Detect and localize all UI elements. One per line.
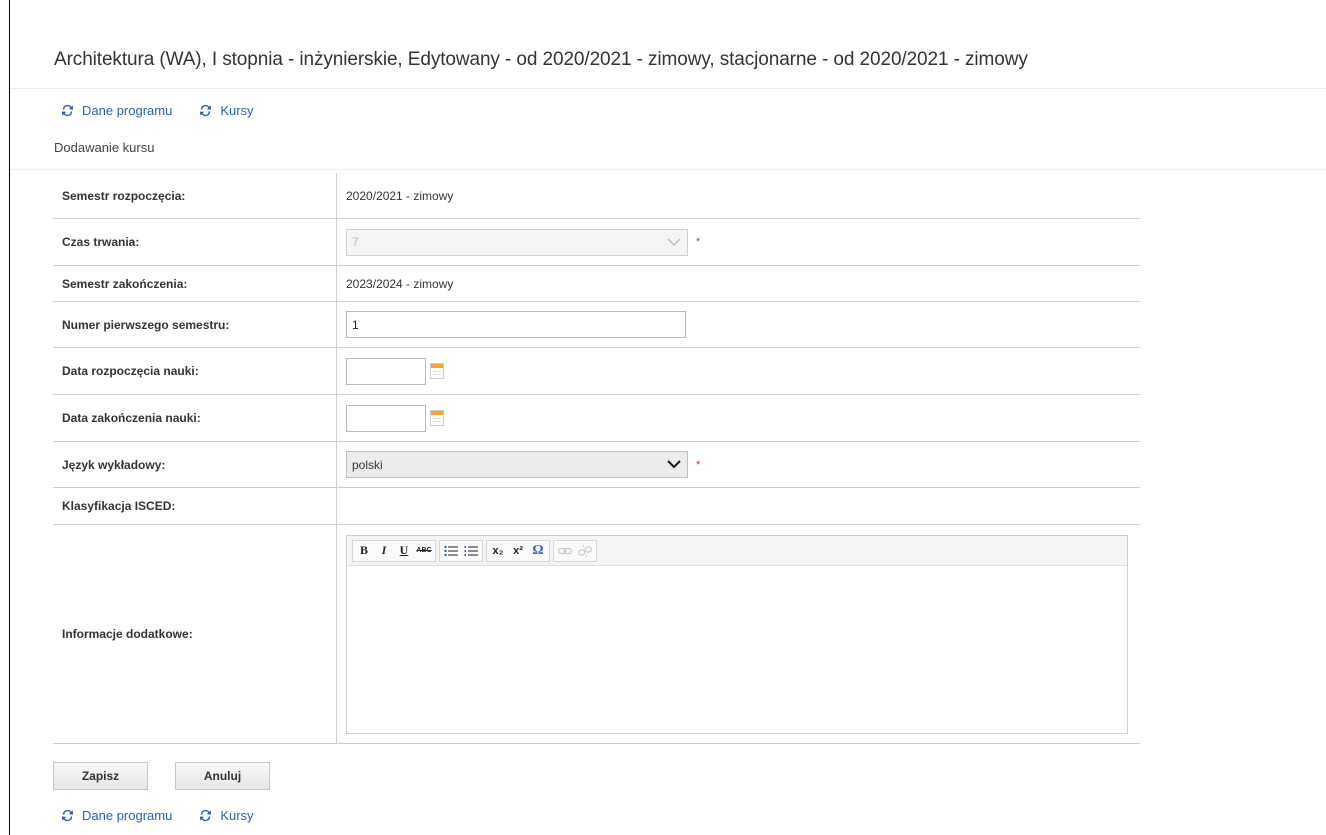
numbered-list-button[interactable] xyxy=(462,542,480,560)
toolbar-group-links xyxy=(553,539,597,562)
chevron-down-icon xyxy=(667,460,681,469)
subscript-button[interactable]: x₂ xyxy=(489,542,507,560)
special-character-button[interactable]: Ω xyxy=(529,542,547,560)
nav-link-dane-programu[interactable]: Dane programu xyxy=(60,808,172,823)
refresh-icon xyxy=(61,809,74,822)
link-icon xyxy=(558,547,572,554)
editor-content-area[interactable] xyxy=(347,566,1127,734)
select-value: 7 xyxy=(352,235,359,249)
required-marker: * xyxy=(696,458,701,471)
editor-toolbar: B I U ABC x₂ x² Ω xyxy=(347,536,1127,566)
field-label: Numer pierwszego semestru: xyxy=(53,302,337,347)
field-label: Semestr rozpoczęcia: xyxy=(53,173,337,218)
numbered-list-icon xyxy=(464,545,478,556)
field-label: Język wykładowy: xyxy=(53,442,337,487)
unlink-icon xyxy=(578,544,592,557)
bulleted-list-icon xyxy=(444,545,458,556)
form-row-semestr-rozpoczecia: Semestr rozpoczęcia: 2020/2021 - zimowy xyxy=(53,173,1140,219)
toolbar-group-lists xyxy=(439,539,483,562)
field-label: Data rozpoczęcia nauki: xyxy=(53,348,337,394)
calendar-icon[interactable] xyxy=(430,363,444,379)
form-row-data-zakonczenia: Data zakończenia nauki: xyxy=(53,395,1140,442)
form-row-jezyk-wykladowy: Język wykładowy: polski * xyxy=(53,442,1140,488)
superscript-button[interactable]: x² xyxy=(509,542,527,560)
top-nav: Dane programu Kursy xyxy=(60,103,254,118)
select-value: polski xyxy=(352,457,383,472)
bottom-nav: Dane programu Kursy xyxy=(60,808,254,823)
form-row-czas-trwania: Czas trwania: 7 * xyxy=(53,219,1140,266)
field-label: Czas trwania: xyxy=(53,219,337,265)
semestr-zakonczenia-value: 2023/2024 - zimowy xyxy=(346,276,454,291)
refresh-icon xyxy=(200,809,212,822)
nav-link-label: Kursy xyxy=(220,808,254,823)
nav-link-label: Dane programu xyxy=(82,808,173,823)
field-label: Klasyfikacja ISCED: xyxy=(53,488,337,524)
bold-button[interactable]: B xyxy=(355,542,373,560)
required-marker: * xyxy=(696,236,701,248)
form-row-isced: Klasyfikacja ISCED: xyxy=(53,488,1140,525)
toolbar-group-format: B I U ABC xyxy=(352,539,436,562)
page-title: Architektura (WA), I stopnia - inżyniers… xyxy=(54,49,1028,70)
nav-link-kursy[interactable]: Kursy xyxy=(198,808,254,823)
divider xyxy=(10,88,1326,89)
cancel-button[interactable]: Anuluj xyxy=(175,762,270,790)
numer-pierwszego-semestru-input[interactable] xyxy=(346,311,686,338)
semestr-rozpoczecia-value: 2020/2021 - zimowy xyxy=(346,188,454,203)
course-form: Semestr rozpoczęcia: 2020/2021 - zimowy … xyxy=(53,173,1140,744)
data-rozpoczecia-input[interactable] xyxy=(346,357,426,385)
bulleted-list-button[interactable] xyxy=(442,542,460,560)
underline-button[interactable]: U xyxy=(395,542,413,560)
form-actions: Zapisz Anuluj xyxy=(53,762,270,790)
toolbar-group-scripts: x₂ x² Ω xyxy=(486,539,550,562)
czas-trwania-select: 7 xyxy=(346,228,688,256)
save-button[interactable]: Zapisz xyxy=(53,762,148,790)
chevron-down-icon xyxy=(667,237,681,246)
nav-link-kursy[interactable]: Kursy xyxy=(198,103,254,118)
refresh-icon xyxy=(200,104,212,117)
jezyk-wykladowy-select[interactable]: polski xyxy=(346,451,688,478)
form-row-informacje-dodatkowe: Informacje dodatkowe: B I U ABC x₂ x² Ω xyxy=(53,525,1140,744)
divider xyxy=(10,169,1326,170)
nav-link-label: Dane programu xyxy=(82,103,173,118)
calendar-icon[interactable] xyxy=(430,410,444,426)
field-label: Data zakończenia nauki: xyxy=(53,395,337,441)
link-button xyxy=(556,542,574,560)
form-row-data-rozpoczecia: Data rozpoczęcia nauki: xyxy=(53,348,1140,395)
nav-link-label: Kursy xyxy=(220,103,254,118)
rich-text-editor: B I U ABC x₂ x² Ω xyxy=(346,535,1128,734)
data-zakonczenia-input[interactable] xyxy=(346,404,426,432)
page: Architektura (WA), I stopnia - inżyniers… xyxy=(10,0,1326,835)
field-label: Semestr zakończenia: xyxy=(53,266,337,301)
field-label: Informacje dodatkowe: xyxy=(53,525,337,743)
form-row-numer-pierwszego-semestru: Numer pierwszego semestru: xyxy=(53,302,1140,348)
unlink-button xyxy=(576,542,594,560)
section-subtitle: Dodawanie kursu xyxy=(54,140,155,155)
strikethrough-button[interactable]: ABC xyxy=(415,542,433,560)
form-row-semestr-zakonczenia: Semestr zakończenia: 2023/2024 - zimowy xyxy=(53,266,1140,302)
italic-button[interactable]: I xyxy=(375,542,393,560)
nav-link-dane-programu[interactable]: Dane programu xyxy=(60,103,172,118)
refresh-icon xyxy=(61,104,74,117)
